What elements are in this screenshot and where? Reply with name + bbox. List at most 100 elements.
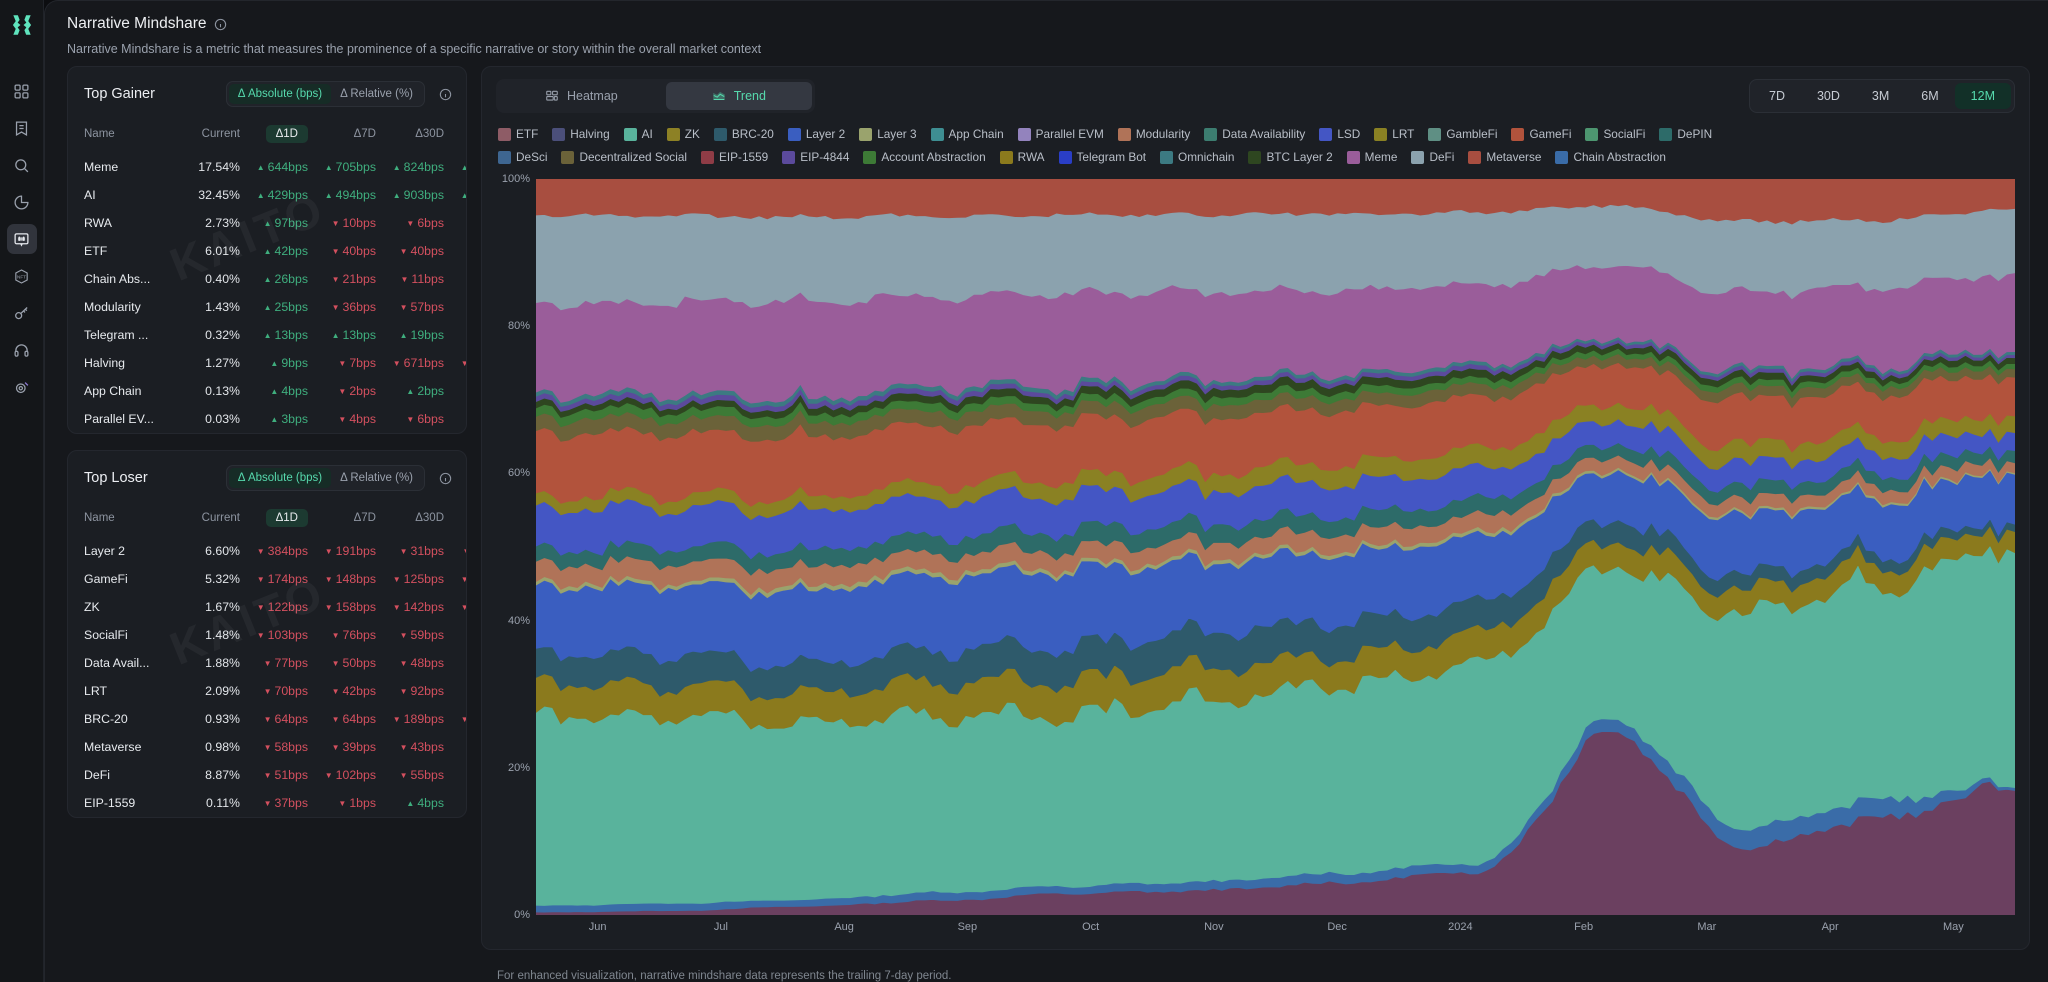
table-row[interactable]: SocialFi 1.48% ▼103bps ▼76bps ▼59bps▲31bps	[68, 621, 466, 649]
sidebar-item-search[interactable]	[7, 150, 37, 180]
legend-item[interactable]: RWA	[999, 150, 1045, 164]
x-tick: May	[1942, 921, 1964, 933]
legend-item[interactable]: DePIN	[1659, 127, 1712, 141]
tab-trend[interactable]: Trend	[665, 82, 812, 110]
table-row[interactable]: DeFi 8.87% ▼51bps ▼102bps ▼55bps▼65bps	[68, 761, 466, 789]
sidebar-item-nft[interactable]: NFT	[7, 261, 37, 291]
top-gainer-info-icon[interactable]	[439, 88, 452, 101]
col-d3m[interactable]: Δ3M	[444, 117, 466, 153]
col-d1d[interactable]: Δ1D	[240, 501, 308, 537]
sidebar-item-narrative[interactable]	[6, 224, 37, 254]
table-row[interactable]: ETF6.01%▲42bps▼40bps▼40bps▼93bps	[68, 237, 466, 265]
top-gainer-relative-option[interactable]: Δ Relative (%)	[331, 84, 422, 104]
range-7d[interactable]: 7D	[1753, 83, 1801, 109]
top-loser-absolute-option[interactable]: Δ Absolute (bps)	[228, 468, 332, 488]
top-gainer-mode-toggle[interactable]: Δ Absolute (bps) Δ Relative (%)	[225, 81, 425, 107]
legend-item[interactable]: ZK	[666, 127, 700, 141]
legend-item[interactable]: SocialFi	[1585, 127, 1645, 141]
legend-item[interactable]: EIP-1559	[701, 150, 768, 164]
legend-item[interactable]: Telegram Bot	[1058, 150, 1146, 164]
sidebar-item-feed[interactable]	[7, 113, 37, 143]
legend-item[interactable]: Account Abstraction	[863, 150, 986, 164]
table-row[interactable]: Parallel EV... 0.03% ▲3bps ▼4bps ▼6bps▼9bps	[68, 405, 466, 433]
tab-heatmap[interactable]: Heatmap	[499, 82, 664, 110]
legend-swatch	[863, 150, 877, 164]
legend-item[interactable]: Omnichain	[1160, 150, 1234, 164]
range-30d[interactable]: 30D	[1801, 83, 1856, 109]
range-6m[interactable]: 6M	[1905, 83, 1954, 109]
table-row[interactable]: Telegram ... 0.32% ▲13bps ▲13bps ▲19bps▲17bp…	[68, 321, 466, 349]
table-row[interactable]: Data Avail... 1.88% ▼77bps ▼50bps ▼48bps▼47b…	[68, 649, 466, 677]
legend-label: Layer 3	[877, 127, 917, 141]
legend-item[interactable]: Layer 3	[859, 127, 917, 141]
range-3m[interactable]: 3M	[1856, 83, 1905, 109]
legend-item[interactable]: App Chain	[930, 127, 1004, 141]
legend-item[interactable]: Data Availability	[1204, 127, 1305, 141]
x-tick: Jul	[713, 921, 728, 933]
table-row[interactable]: App Chain 0.13% ▲4bps ▼2bps ▲2bps▲2bps	[68, 377, 466, 405]
sidebar-item-dashboard[interactable]	[7, 76, 37, 106]
table-row[interactable]: BRC-20 0.93% ▼64bps ▼64bps ▼189bps▼226bps	[68, 705, 466, 733]
table-row[interactable]: AI 32.45% ▲429bps ▲494bps ▲903bps▲917bps	[68, 181, 466, 209]
table-row[interactable]: RWA 2.73% ▲97bps ▼10bps ▼6bps▼6bps	[68, 209, 466, 237]
view-tabs[interactable]: Heatmap Trend	[496, 79, 815, 113]
legend-item[interactable]: Metaverse	[1468, 150, 1541, 164]
col-d30d[interactable]: Δ30D	[376, 501, 444, 537]
sidebar-item-key[interactable]	[7, 298, 37, 328]
legend-item[interactable]: BTC Layer 2	[1248, 150, 1333, 164]
col-d30d[interactable]: Δ30D	[376, 117, 444, 153]
table-row[interactable]: Chain Abs... 0.40% ▲26bps ▼21bps ▼11bps▲5bps	[68, 265, 466, 293]
col-name[interactable]: Name	[68, 501, 180, 537]
table-row[interactable]: Layer 2 6.60% ▼384bps ▼191bps ▼31bps▼111bps	[68, 537, 466, 565]
legend-item[interactable]: AI	[623, 127, 653, 141]
sidebar-item-audio[interactable]	[7, 335, 37, 365]
legend-swatch	[498, 127, 511, 141]
legend-item[interactable]: LSD	[1319, 127, 1360, 141]
cell-d3m: ▼226bps	[444, 705, 466, 733]
table-row[interactable]: Modularity 1.43% ▲25bps ▼36bps ▼57bps▼75bps	[68, 293, 466, 321]
top-loser-info-icon[interactable]	[439, 472, 452, 485]
legend-item[interactable]: Meme	[1346, 150, 1397, 164]
arrow-down-icon: ▼	[263, 771, 272, 780]
legend-item[interactable]: Decentralized Social	[561, 150, 687, 164]
col-d7d[interactable]: Δ7D	[308, 117, 376, 153]
top-gainer-absolute-option[interactable]: Δ Absolute (bps)	[228, 84, 332, 104]
legend-item[interactable]: GameFi	[1511, 127, 1571, 141]
legend-item[interactable]: Chain Abstraction	[1555, 150, 1666, 164]
table-row[interactable]: GameFi 5.32% ▼174bps ▼148bps ▼125bps▼193bps	[68, 565, 466, 593]
col-name[interactable]: Name	[68, 117, 180, 153]
col-current[interactable]: Current	[180, 501, 240, 537]
table-row[interactable]: EIP-1559 0.11% ▼37bps ▼1bps ▲4bps▲3bps	[68, 789, 466, 817]
legend-item[interactable]: ETF	[498, 127, 538, 141]
cell-d7d: ▼ 102bps	[324, 768, 376, 782]
sidebar-item-media[interactable]	[7, 372, 37, 402]
info-icon[interactable]	[214, 18, 227, 31]
kaito-logo-icon[interactable]	[7, 10, 37, 40]
table-row[interactable]: LRT 2.09% ▼70bps ▼42bps ▼92bps▼63bps	[68, 677, 466, 705]
top-loser-relative-option[interactable]: Δ Relative (%)	[331, 468, 422, 488]
legend-item[interactable]: DeFi	[1411, 150, 1454, 164]
legend-item[interactable]: GambleFi	[1428, 127, 1497, 141]
range-selector[interactable]: 7D 30D 3M 6M 12M	[1749, 79, 2015, 113]
legend-item[interactable]: Modularity	[1117, 127, 1190, 141]
legend-item[interactable]: EIP-4844	[782, 150, 849, 164]
legend-item[interactable]: DeSci	[498, 150, 547, 164]
legend-item[interactable]: Layer 2	[787, 127, 845, 141]
legend-item[interactable]: Halving	[552, 127, 610, 141]
table-row[interactable]: Meme 17.54% ▲644bps ▲705bps ▲824bps▲729bps	[68, 153, 466, 181]
table-row[interactable]: Metaverse 0.98% ▼58bps ▼39bps ▼43bps▼47bps	[68, 733, 466, 761]
col-d7d[interactable]: Δ7D	[308, 501, 376, 537]
col-d1d[interactable]: Δ1D	[240, 117, 308, 153]
legend-item[interactable]: LRT	[1374, 127, 1414, 141]
svg-text:NFT: NFT	[17, 274, 26, 279]
col-current[interactable]: Current	[180, 117, 240, 153]
table-row[interactable]: ZK 1.67% ▼122bps ▼158bps ▼142bps▼136bps	[68, 593, 466, 621]
sidebar-item-analytics[interactable]	[7, 187, 37, 217]
range-12m[interactable]: 12M	[1954, 83, 2011, 109]
table-row[interactable]: Halving 1.27% ▲9bps ▼7bps ▼671bps▼335bps	[68, 349, 466, 377]
col-d3m[interactable]: Δ3M	[444, 501, 466, 537]
legend-item[interactable]: BRC-20	[713, 127, 774, 141]
top-loser-mode-toggle[interactable]: Δ Absolute (bps) Δ Relative (%)	[225, 465, 425, 491]
legend-item[interactable]: Parallel EVM	[1017, 127, 1104, 141]
stacked-area-chart[interactable]	[536, 179, 2015, 915]
